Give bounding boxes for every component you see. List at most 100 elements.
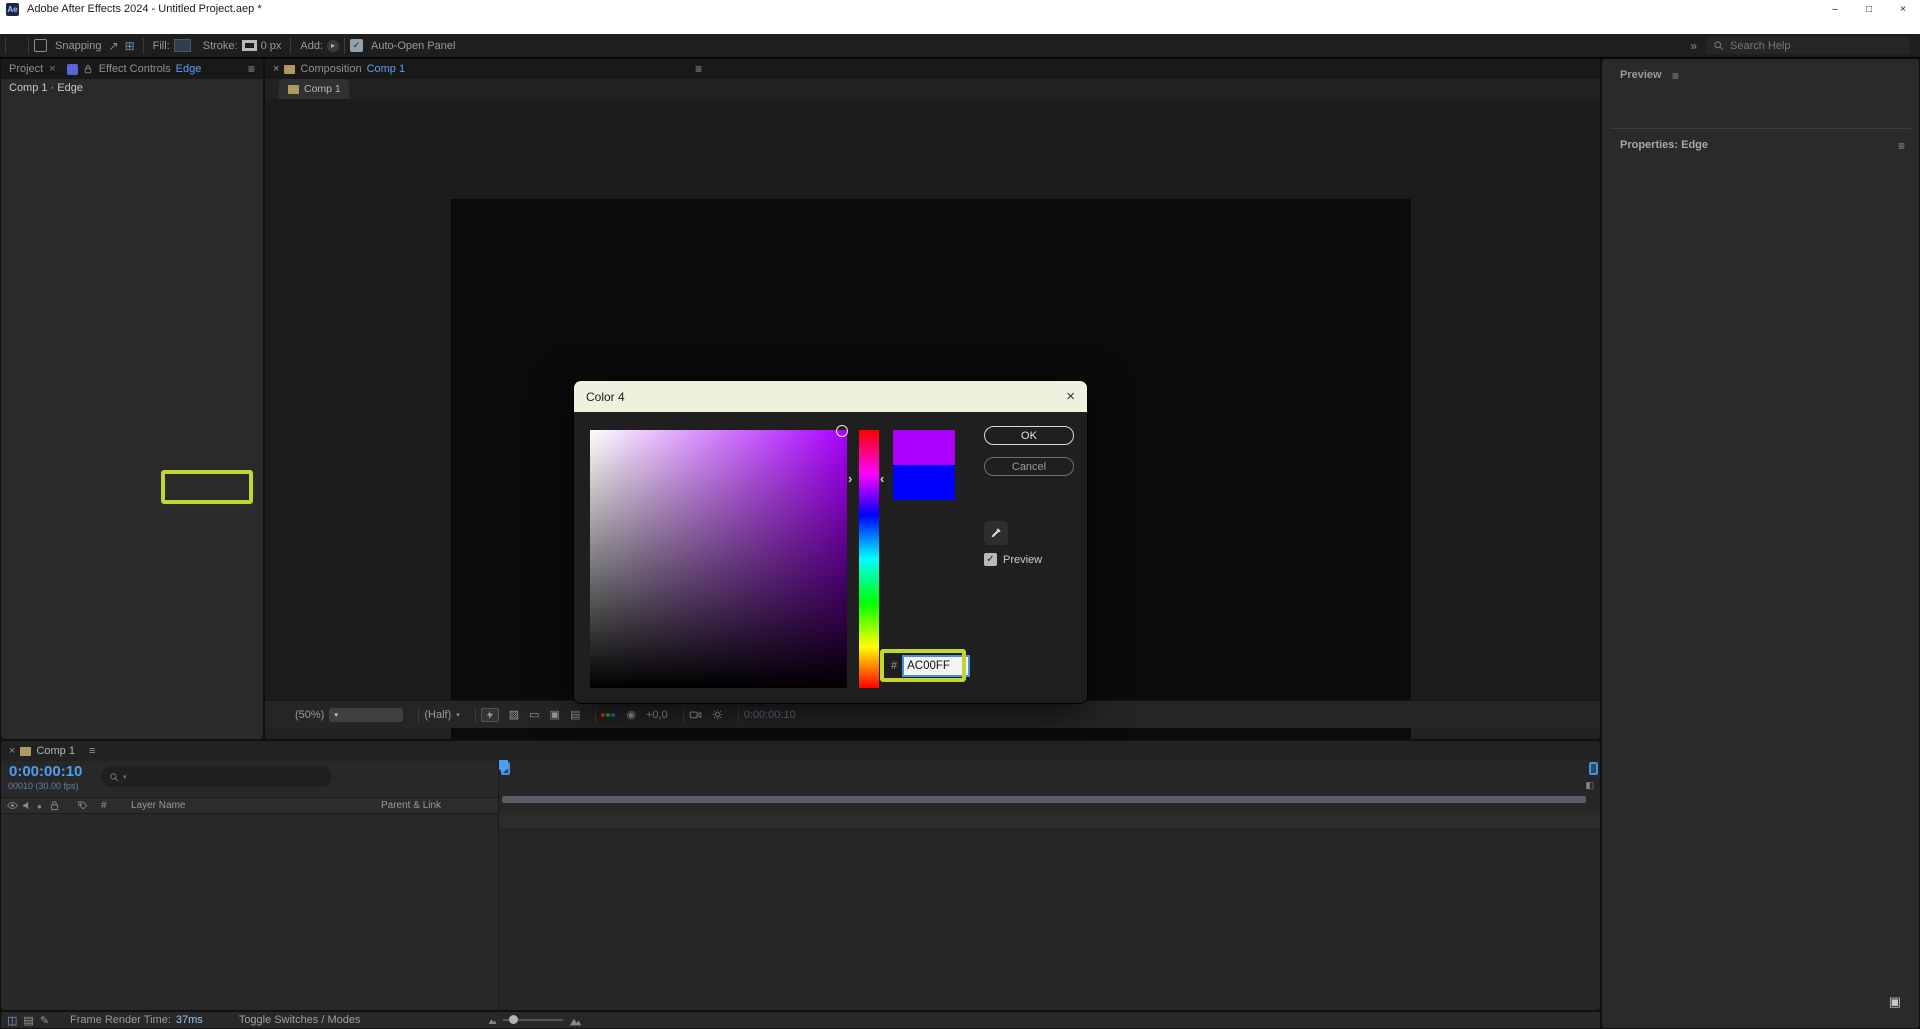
preview-checkbox[interactable]: ✓ Preview — [984, 553, 1042, 566]
composition-menu-icon[interactable]: ≡ — [695, 62, 702, 76]
fast-preview-icon[interactable] — [481, 708, 499, 722]
mask-visibility-icon[interactable]: ▭ — [529, 708, 539, 721]
properties-menu-icon[interactable]: ≡ — [1898, 139, 1905, 153]
zoom-in-mountain-icon[interactable] — [569, 1014, 582, 1027]
region-of-interest-icon[interactable]: ▤ — [570, 708, 580, 721]
zoom-slider-handle[interactable] — [509, 1015, 518, 1024]
viewer-subtab-label: Comp 1 — [304, 83, 341, 95]
fill-label[interactable]: Fill: — [153, 40, 170, 52]
close-button[interactable]: × — [1886, 4, 1920, 15]
hue-arrow-right-icon[interactable]: ‹ — [880, 471, 884, 486]
snap-features-icon[interactable]: ⊞ — [125, 39, 135, 53]
maximize-button[interactable]: □ — [1852, 4, 1886, 15]
snap-arrow-icon[interactable]: ↗ — [109, 39, 119, 53]
previous-color-swatch — [893, 465, 955, 500]
color-picker-dialog: Color 4 × › ‹ # OK Cancel ✓ Preview — [573, 380, 1088, 704]
properties-panel-title[interactable]: Properties: Edge — [1620, 139, 1708, 151]
hue-strip[interactable] — [859, 430, 879, 688]
timeline-track-area: ◧ — [498, 760, 1600, 1010]
exposure-icon[interactable]: ◉ — [626, 708, 636, 721]
saturation-brightness-field[interactable] — [590, 430, 847, 688]
lock-icon[interactable] — [83, 64, 93, 74]
eyedropper-button[interactable] — [984, 521, 1008, 545]
ok-button[interactable]: OK — [984, 426, 1074, 445]
tab-effect-controls[interactable]: Effect Controls — [99, 63, 171, 75]
cancel-button[interactable]: Cancel — [984, 457, 1074, 476]
help-search-placeholder: Search Help — [1730, 40, 1791, 52]
tab-composition-target[interactable]: Comp 1 — [367, 63, 406, 75]
timeline-zoom-control[interactable] — [488, 1014, 582, 1027]
dialog-titlebar[interactable]: Color 4 × — [574, 381, 1087, 412]
panel-menu-icon[interactable]: ≡ — [248, 62, 255, 76]
snapshot-camera-icon[interactable] — [689, 708, 702, 721]
toolbar: Snapping ↗ ⊞ Fill: Stroke: 0 px Add: ▸ ✓… — [0, 34, 1920, 58]
preview-checkbox-box[interactable]: ✓ — [984, 553, 997, 566]
snapping-checkbox[interactable] — [34, 39, 47, 52]
zoom-slider[interactable] — [503, 1019, 563, 1021]
search-icon — [1713, 40, 1724, 51]
toggle-switches-button[interactable]: Toggle Switches / Modes — [239, 1014, 361, 1026]
minimize-button[interactable]: – — [1818, 4, 1852, 15]
help-search-box[interactable]: Search Help — [1706, 37, 1910, 54]
stroke-width-value[interactable]: 0 px — [261, 40, 282, 52]
preview-menu-icon[interactable]: ≡ — [1672, 69, 1679, 83]
timeline-tab-label[interactable]: Comp 1 — [36, 745, 75, 757]
transparency-grid-icon[interactable]: ▨ — [509, 708, 519, 721]
composition-tab-close-icon[interactable]: × — [273, 63, 279, 75]
column-layer-name[interactable]: Layer Name — [131, 800, 185, 811]
add-button[interactable]: ▸ — [327, 40, 339, 52]
dialog-close-icon[interactable]: × — [1066, 388, 1075, 405]
exposure-value[interactable]: +0,0 — [646, 709, 668, 721]
work-area-bar[interactable] — [502, 796, 1586, 803]
timeline-tabs: × Comp 1 ≡ — [1, 741, 1600, 761]
tab-composition[interactable]: Composition — [300, 63, 361, 75]
hue-arrow-left-icon[interactable]: › — [848, 471, 852, 486]
navigator-end-handle[interactable] — [1589, 762, 1598, 775]
magnification-dropdown[interactable]: (50%)▾ — [295, 708, 403, 722]
status-icon-1[interactable]: ◫ — [7, 1014, 17, 1027]
tab-project[interactable]: Project — [9, 63, 43, 75]
render-time-label: Frame Render Time: — [70, 1014, 171, 1026]
column-number[interactable]: # — [101, 800, 107, 811]
status-icon-2[interactable]: ▤ — [23, 1014, 33, 1027]
playhead-handle[interactable] — [499, 760, 508, 769]
hex-input[interactable] — [902, 655, 970, 677]
timeline-menu-icon[interactable]: ≡ — [89, 745, 95, 757]
stroke-label[interactable]: Stroke: — [203, 40, 238, 52]
current-time-display[interactable]: 0:00:00:10 — [9, 763, 82, 780]
workspace-overflow[interactable]: » — [1690, 39, 1697, 53]
viewer-timecode[interactable]: 0:00:00:10 — [744, 709, 796, 721]
timeline-tab-close-icon[interactable]: × — [9, 745, 15, 757]
channel-icon[interactable] — [601, 713, 616, 717]
project-tab-close-icon[interactable]: × — [49, 63, 55, 75]
tab-effect-controls-target[interactable]: Edge — [176, 63, 202, 75]
effect-controls-tabs: Project × Effect Controls Edge ≡ — [1, 59, 263, 79]
timeline-search-box[interactable]: ▾ — [101, 766, 332, 787]
auto-open-label: Auto-Open Panel — [371, 40, 455, 52]
viewer-toolbar: (50%)▾ (Half)▾ ▨ ▭ ▣ ▤ ◉ +0,0 0:00:00:10 — [265, 700, 1600, 728]
fill-swatch[interactable] — [174, 39, 191, 52]
right-panel: Preview ≡ Properties: Edge ≡ ▣ — [1602, 59, 1919, 1028]
viewer-subtab-comp1[interactable]: Comp 1 — [279, 79, 349, 99]
zoom-out-mountain-icon[interactable] — [488, 1016, 497, 1025]
timeline-panel: × Comp 1 ≡ 0:00:00:10 00010 (30.00 fps) … — [1, 741, 1600, 1010]
guides-icon[interactable]: ▣ — [550, 708, 560, 721]
frame-info: 00010 (30.00 fps) — [8, 781, 79, 791]
column-parent-link[interactable]: Parent & Link — [381, 800, 441, 811]
window-titlebar[interactable]: Ae Adobe After Effects 2024 - Untitled P… — [0, 0, 1920, 18]
preview-panel-title[interactable]: Preview — [1620, 69, 1662, 81]
color-field-cursor[interactable] — [836, 425, 848, 437]
composition-tabs: × Composition Comp 1 ≡ — [265, 59, 1600, 79]
status-icon-3[interactable]: ✎ — [40, 1014, 49, 1027]
timeline-toolbar: 0:00:00:10 00010 (30.00 fps) ▾ — [1, 760, 498, 797]
snapping-label: Snapping — [55, 40, 102, 52]
resolution-dropdown[interactable]: (Half)▾ — [424, 709, 459, 721]
panel-corner-icon[interactable]: ▣ — [1889, 994, 1901, 1010]
highlight-annotation-color4 — [161, 470, 253, 504]
stroke-swatch[interactable] — [242, 40, 257, 51]
show-snapshot-icon[interactable] — [712, 709, 723, 720]
window-title: Adobe After Effects 2024 - Untitled Proj… — [27, 3, 262, 15]
comp-marker-bin-icon[interactable]: ◧ — [1585, 780, 1594, 791]
menu-bar — [0, 18, 1920, 34]
auto-open-checkbox[interactable]: ✓ — [350, 39, 363, 52]
